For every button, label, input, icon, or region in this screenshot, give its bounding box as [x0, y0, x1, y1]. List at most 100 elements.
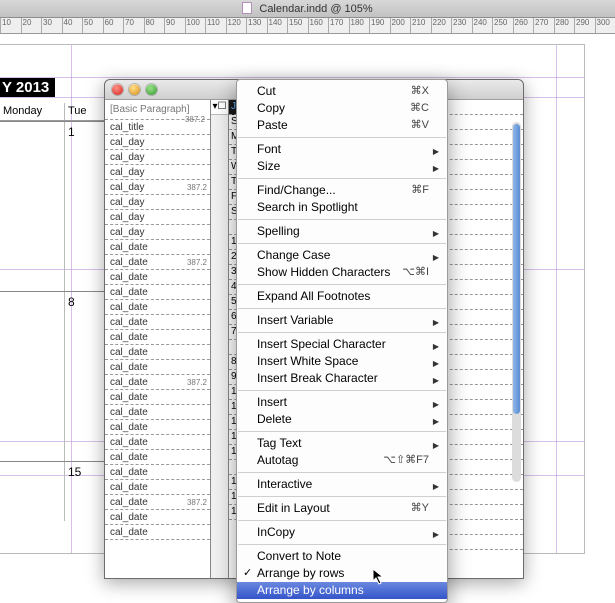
workspace: Y 2013 Monday Tue 1 8 15 — [0, 34, 615, 546]
style-cell[interactable]: cal_day — [105, 195, 210, 210]
style-cell[interactable]: cal_date — [105, 315, 210, 330]
ruler-tick: 100 — [185, 18, 200, 33]
menu-separator — [238, 496, 446, 497]
menu-item[interactable]: Insert Break Character — [237, 370, 447, 387]
style-cell[interactable]: cal_date387.2 — [105, 375, 210, 390]
menu-item-shortcut: ⌥⇧⌘F7 — [383, 453, 429, 468]
style-cell[interactable]: cal_date — [105, 420, 210, 435]
menu-item[interactable]: Arrange by columns — [237, 582, 447, 599]
style-cell[interactable]: cal_date — [105, 525, 210, 540]
style-cell[interactable]: cal_date — [105, 330, 210, 345]
document-title: Calendar.indd @ 105% — [259, 3, 372, 15]
menu-item[interactable]: Find/Change...⌘F — [237, 182, 447, 199]
calendar-header-monday: Monday — [0, 103, 65, 120]
menu-item-shortcut: ⌘F — [411, 183, 429, 198]
menu-item[interactable]: Insert White Space — [237, 353, 447, 370]
ruler-tick: 110 — [205, 18, 220, 33]
ruler-tick: 300 — [595, 18, 610, 33]
style-cell[interactable]: cal_date — [105, 435, 210, 450]
style-cell[interactable]: cal_date — [105, 240, 210, 255]
style-cell[interactable]: cal_date — [105, 480, 210, 495]
style-cell[interactable]: cal_day387.2 — [105, 180, 210, 195]
calendar-date: 1 — [65, 122, 105, 291]
menu-item[interactable]: Show Hidden Characters⌥⌘I — [237, 264, 447, 281]
style-size: 387.2 — [187, 181, 207, 194]
zoom-icon[interactable] — [146, 84, 157, 95]
menu-item-label: Arrange by columns — [257, 583, 364, 597]
style-cell[interactable]: cal_day — [105, 165, 210, 180]
style-cell[interactable]: cal_date — [105, 300, 210, 315]
menu-item[interactable]: Font — [237, 141, 447, 158]
ruler-tick: 60 — [103, 18, 114, 33]
menu-item[interactable]: Insert Variable — [237, 312, 447, 329]
menu-item-label: Insert Variable — [257, 313, 333, 327]
horizontal-ruler: 1020304050607080901001101201301401501601… — [0, 18, 615, 34]
menu-separator — [238, 219, 446, 220]
menu-item[interactable]: Search in Spotlight — [237, 199, 447, 216]
style-size: 387.2 — [187, 256, 207, 269]
style-cell[interactable]: cal_day — [105, 225, 210, 240]
menu-item[interactable]: Insert Special Character — [237, 336, 447, 353]
style-size: 387.2 — [187, 376, 207, 389]
menu-separator — [238, 308, 446, 309]
menu-item[interactable]: Tag Text — [237, 435, 447, 452]
menu-item[interactable]: Expand All Footnotes — [237, 288, 447, 305]
menu-item[interactable]: Cut⌘X — [237, 83, 447, 100]
style-cell[interactable]: cal_day — [105, 150, 210, 165]
overset-column: ▾☐ — [211, 100, 229, 578]
style-cell[interactable]: cal_date — [105, 390, 210, 405]
style-cell[interactable]: cal_date — [105, 465, 210, 480]
style-cell[interactable]: cal_date387.2 — [105, 495, 210, 510]
ruler-tick: 120 — [226, 18, 241, 33]
close-icon[interactable] — [112, 84, 123, 95]
style-cell[interactable]: cal_date — [105, 270, 210, 285]
minimize-icon[interactable] — [129, 84, 140, 95]
app-titlebar: Calendar.indd @ 105% — [0, 0, 615, 18]
style-cell[interactable]: cal_date — [105, 450, 210, 465]
menu-item[interactable]: Delete — [237, 411, 447, 428]
scrollbar-thumb[interactable] — [513, 124, 520, 414]
menu-item[interactable]: Change Case — [237, 247, 447, 264]
menu-separator — [238, 137, 446, 138]
style-cell[interactable]: cal_date387.2 — [105, 255, 210, 270]
style-cell[interactable]: cal_date — [105, 285, 210, 300]
ruler-tick: 170 — [328, 18, 343, 33]
style-cell[interactable]: cal_day — [105, 210, 210, 225]
menu-item[interactable]: Arrange by rows — [237, 565, 447, 582]
ruler-tick: 280 — [554, 18, 569, 33]
ruler-tick: 50 — [82, 18, 93, 33]
menu-item[interactable]: Spelling — [237, 223, 447, 240]
ruler-tick: 240 — [472, 18, 487, 33]
vertical-scrollbar[interactable] — [512, 122, 521, 482]
menu-item[interactable]: Insert — [237, 394, 447, 411]
style-cell[interactable]: cal_date — [105, 360, 210, 375]
style-cell[interactable]: cal_date — [105, 510, 210, 525]
ruler-tick: 150 — [287, 18, 302, 33]
cursor-icon — [373, 569, 389, 585]
menu-item-label: Insert White Space — [257, 354, 358, 368]
menu-item[interactable]: Paste⌘V — [237, 117, 447, 134]
ruler-tick: 270 — [533, 18, 548, 33]
menu-item[interactable]: Interactive — [237, 476, 447, 493]
style-cell[interactable]: cal_date — [105, 345, 210, 360]
ruler-tick: 260 — [513, 18, 528, 33]
menu-item[interactable]: Convert to Note — [237, 548, 447, 565]
menu-item[interactable]: Edit in Layout⌘Y — [237, 500, 447, 517]
menu-separator — [238, 520, 446, 521]
ruler-tick: 220 — [431, 18, 446, 33]
menu-item-label: Autotag — [257, 453, 298, 467]
ruler-tick: 180 — [349, 18, 364, 33]
menu-item[interactable]: Copy⌘C — [237, 100, 447, 117]
menu-separator — [238, 390, 446, 391]
menu-item-label: Cut — [257, 84, 276, 98]
style-cell[interactable]: cal_date — [105, 405, 210, 420]
style-cell[interactable]: cal_title — [105, 120, 210, 135]
menu-item[interactable]: Size — [237, 158, 447, 175]
window-traffic-lights — [112, 84, 157, 95]
style-size: 387.2 — [187, 496, 207, 509]
menu-item[interactable]: Autotag ⌥⇧⌘F7 — [237, 452, 447, 469]
style-cell[interactable]: cal_day — [105, 135, 210, 150]
menu-item-label: Tag Text — [257, 436, 301, 450]
ruler-tick: 20 — [21, 18, 32, 33]
menu-item[interactable]: InCopy — [237, 524, 447, 541]
